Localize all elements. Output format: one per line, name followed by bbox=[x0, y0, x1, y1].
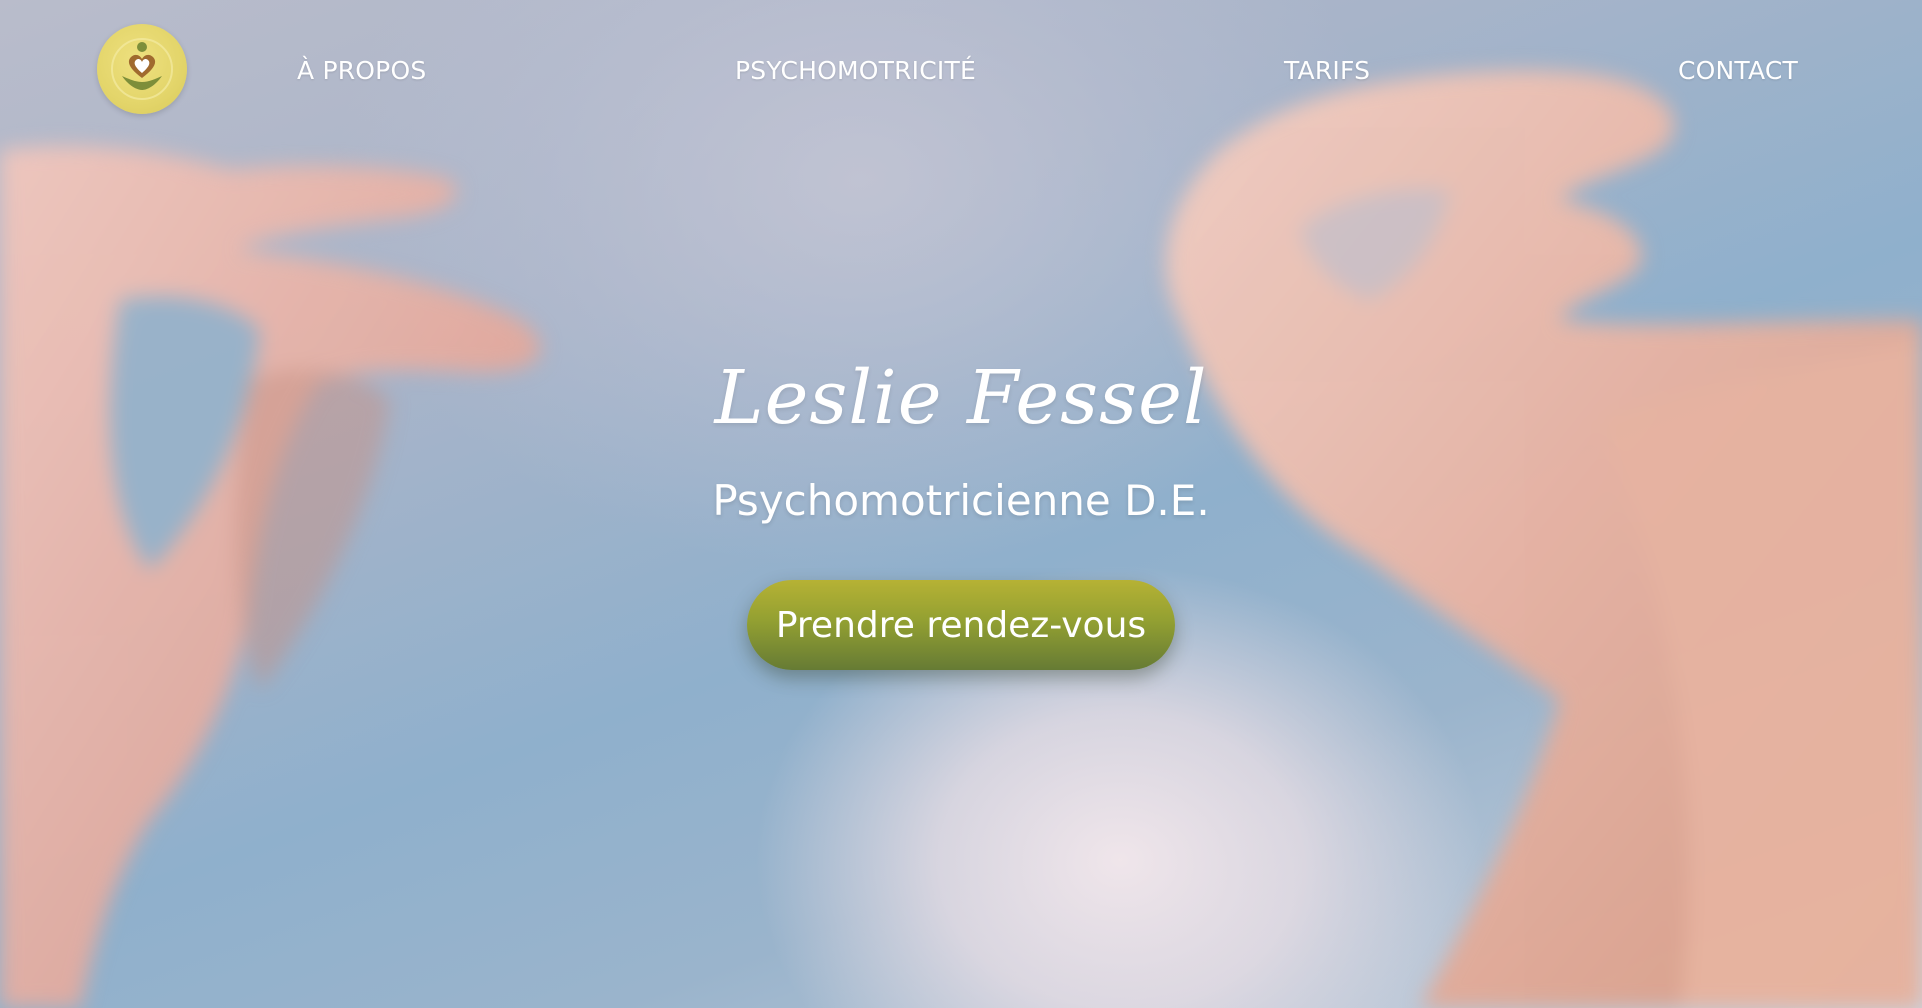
nav-link-contact[interactable]: CONTACT bbox=[1678, 56, 1798, 85]
nav-link-tarifs[interactable]: TARIFS bbox=[1284, 56, 1370, 85]
top-navigation: À PROPOS PSYCHOMOTRICITÉ TARIFS CONTACT bbox=[0, 0, 1922, 140]
site-logo[interactable] bbox=[97, 24, 187, 114]
heart-lotus-logo-icon bbox=[111, 38, 173, 100]
book-appointment-button[interactable]: Prendre rendez-vous bbox=[747, 580, 1175, 670]
hero-subtitle: Psychomotricienne D.E. bbox=[712, 476, 1210, 525]
nav-link-psychomotricite[interactable]: PSYCHOMOTRICITÉ bbox=[735, 56, 976, 85]
hero-name-heading: Leslie Fessel bbox=[714, 355, 1208, 441]
hero-section: À PROPOS PSYCHOMOTRICITÉ TARIFS CONTACT … bbox=[0, 0, 1922, 1008]
nav-link-a-propos[interactable]: À PROPOS bbox=[297, 56, 426, 85]
